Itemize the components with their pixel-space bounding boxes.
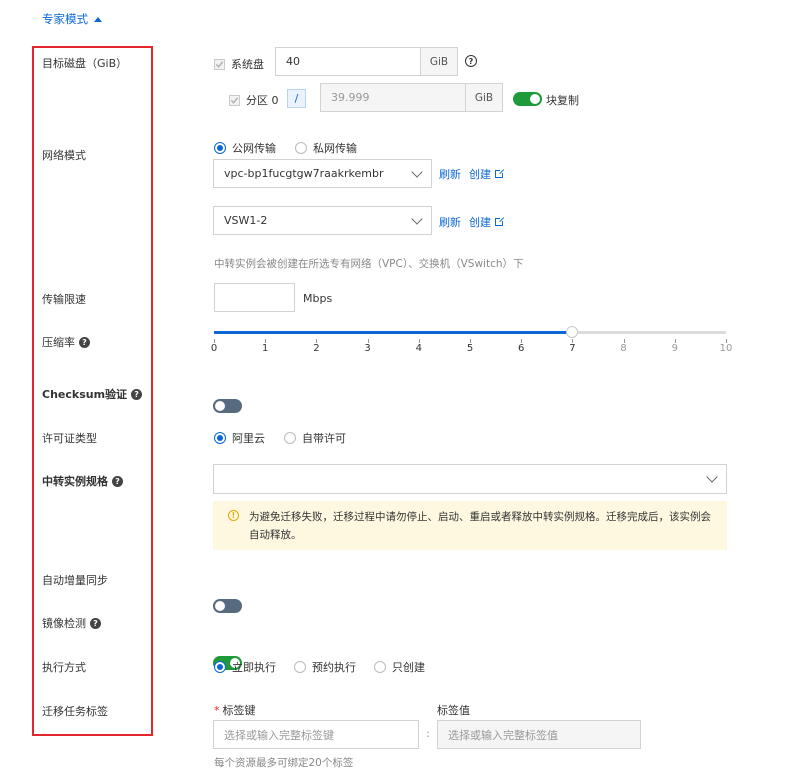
- system-disk-checkbox[interactable]: 系统盘: [214, 56, 264, 72]
- radio-label: 只创建: [392, 661, 425, 674]
- radio-license-byol[interactable]: 自带许可: [284, 430, 346, 446]
- tag-limit-hint: 每个资源最多可绑定20个标签: [214, 757, 354, 769]
- vpc-select[interactable]: vpc-bp1fucgtgw7raakrkembr: [213, 159, 432, 188]
- warning-icon: !: [228, 510, 239, 521]
- caret-up-icon: [94, 16, 102, 22]
- radio-label: 私网传输: [313, 142, 357, 155]
- radio-execute-now[interactable]: 立即执行: [214, 659, 276, 675]
- system-disk-unit: GiB: [420, 47, 458, 76]
- slider-tick-label: 3: [364, 343, 371, 354]
- tag-key-placeholder: 选择或输入完整标签键: [224, 728, 334, 742]
- slider-tick-label: 10: [719, 343, 733, 354]
- partition-unit: GiB: [465, 83, 503, 112]
- refresh-vpc-link[interactable]: 刷新: [439, 166, 461, 182]
- slider-tick-label: 4: [415, 343, 422, 354]
- radio-label: 立即执行: [232, 661, 276, 674]
- partition-mount-badge: /: [287, 89, 306, 108]
- radio-unselected-icon: [374, 661, 386, 673]
- expert-mode-label: 专家模式: [42, 12, 88, 26]
- tag-value-label: 标签值: [437, 704, 470, 717]
- slider-tick-label: 6: [518, 343, 525, 354]
- required-mark: *: [214, 703, 220, 717]
- tag-key-label-text: 标签键: [222, 704, 256, 717]
- help-icon[interactable]: ?: [90, 617, 101, 629]
- vpc-value: vpc-bp1fucgtgw7raakrkembr: [224, 167, 384, 180]
- slider-tick-label: 9: [671, 343, 678, 354]
- radio-selected-icon: [214, 661, 226, 673]
- relay-spec-warning: ! 为避免迁移失败，迁移过程中请勿停止、启动、重启或者释放中转实例规格。迁移完成…: [213, 501, 727, 550]
- block-copy-switch[interactable]: [513, 92, 542, 106]
- tag-value-input[interactable]: 选择或输入完整标签值: [437, 720, 641, 749]
- slider-tick-label: 0: [210, 343, 218, 354]
- refresh-vswitch-link[interactable]: 刷新: [439, 214, 461, 230]
- label-transfer-limit: 传输限速: [42, 293, 86, 306]
- auto-incremental-switch[interactable]: [213, 599, 242, 613]
- radio-label: 自带许可: [302, 432, 346, 445]
- radio-selected-icon: [214, 142, 226, 154]
- block-copy-label: 块复制: [546, 94, 579, 107]
- checkbox-checked-icon: [229, 94, 240, 106]
- help-icon[interactable]: ?: [131, 388, 143, 400]
- compression-slider-fill: [214, 331, 573, 334]
- vswitch-value: VSW1-2: [224, 214, 268, 227]
- radio-public-transfer[interactable]: 公网传输: [214, 140, 276, 156]
- radio-unselected-icon: [294, 661, 306, 673]
- label-migration-tags: 迁移任务标签: [42, 705, 108, 718]
- system-disk-size-input[interactable]: 40: [275, 47, 421, 76]
- radio-scheduled[interactable]: 预约执行: [294, 659, 356, 675]
- radio-create-only[interactable]: 只创建: [374, 659, 425, 675]
- help-circle-icon[interactable]: ?: [465, 55, 477, 67]
- create-vpc-link[interactable]: 创建: [469, 166, 505, 182]
- vswitch-select[interactable]: VSW1-2: [213, 206, 432, 235]
- expert-mode-toggle[interactable]: 专家模式: [42, 11, 102, 27]
- chevron-down-icon: [411, 212, 423, 225]
- radio-label: 预约执行: [312, 661, 356, 674]
- external-link-icon: [495, 168, 505, 178]
- external-link-icon: [495, 216, 505, 226]
- label-execution: 执行方式: [42, 661, 86, 674]
- radio-label: 阿里云: [232, 432, 265, 445]
- label-checksum: Checksum验证?: [42, 386, 143, 402]
- help-icon[interactable]: ?: [112, 475, 123, 487]
- relay-spec-select[interactable]: [213, 464, 727, 494]
- radio-unselected-icon: [284, 432, 296, 444]
- label-license-type: 许可证类型: [42, 432, 97, 445]
- partition-size-input[interactable]: 39.999: [320, 83, 466, 112]
- tag-key-label: * 标签键: [214, 702, 256, 718]
- label-image-check: 镜像检测?: [42, 615, 101, 631]
- speed-limit-input[interactable]: [214, 283, 295, 312]
- chevron-down-icon: [706, 471, 718, 483]
- tag-value-placeholder: 选择或输入完整标签值: [448, 728, 558, 742]
- label-relay-spec: 中转实例规格?: [42, 473, 123, 489]
- radio-unselected-icon: [295, 142, 307, 154]
- partition-checkbox[interactable]: 分区 0: [229, 92, 279, 108]
- tag-separator: :: [426, 727, 430, 740]
- radio-label: 公网传输: [232, 142, 276, 155]
- radio-private-transfer[interactable]: 私网传输: [295, 140, 357, 156]
- slider-tick-label: 5: [466, 343, 474, 354]
- label-auto-incremental: 自动增量同步: [42, 574, 108, 587]
- label-compression: 压缩率?: [42, 334, 90, 350]
- warning-text: 为避免迁移失败，迁移过程中请勿停止、启动、重启或者释放中转实例规格。迁移完成后，…: [249, 511, 711, 541]
- create-vswitch-link[interactable]: 创建: [469, 214, 505, 230]
- partition-label: 分区 0: [246, 94, 279, 107]
- speed-unit: Mbps: [303, 292, 333, 305]
- network-hint: 中转实例会被创建在所选专有网络（VPC）、交换机（VSwitch）下: [214, 258, 524, 270]
- chevron-down-icon: [411, 165, 423, 178]
- radio-license-aliyun[interactable]: 阿里云: [214, 430, 265, 446]
- radio-selected-icon: [214, 432, 226, 444]
- tag-key-input[interactable]: 选择或输入完整标签键: [213, 720, 419, 749]
- checksum-switch[interactable]: [213, 399, 242, 413]
- slider-tick-label: 8: [620, 343, 627, 354]
- slider-tick-label: 7: [569, 343, 576, 354]
- slider-tick-label: 2: [313, 343, 320, 354]
- label-target-disk: 目标磁盘（GiB）: [42, 57, 128, 70]
- checkbox-checked-icon: [214, 58, 225, 70]
- compression-slider-handle[interactable]: [566, 326, 579, 338]
- help-icon[interactable]: ?: [79, 336, 90, 348]
- slider-tick-label: 1: [262, 343, 269, 354]
- system-disk-label: 系统盘: [231, 58, 264, 71]
- label-network-mode: 网络模式: [42, 149, 86, 162]
